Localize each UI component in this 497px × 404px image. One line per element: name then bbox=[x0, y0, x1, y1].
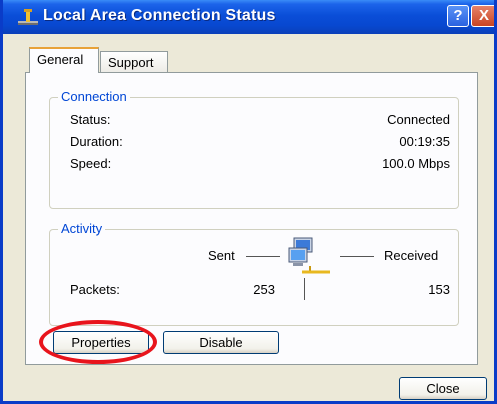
status-dialog: Local Area Connection Status ? X General… bbox=[0, 0, 497, 404]
tab-general[interactable]: General bbox=[29, 47, 99, 73]
received-label: Received bbox=[384, 248, 439, 263]
activity-divider bbox=[304, 278, 305, 300]
help-button[interactable]: ? bbox=[447, 5, 469, 27]
packets-label: Packets: bbox=[70, 282, 120, 297]
disable-button[interactable]: Disable bbox=[163, 331, 279, 354]
tab-support-label: Support bbox=[108, 55, 154, 70]
packets-sent-value: 253 bbox=[253, 282, 275, 297]
activity-legend: Activity bbox=[58, 221, 106, 236]
tab-support[interactable]: Support bbox=[100, 51, 168, 73]
connection-group: Connection Status: Connected Duration: 0… bbox=[49, 89, 459, 209]
duration-label: Duration: bbox=[70, 134, 123, 149]
close-window-button[interactable]: X bbox=[471, 5, 494, 27]
duration-value: 00:19:35 bbox=[399, 134, 450, 149]
status-label: Status: bbox=[70, 112, 111, 127]
connection-legend: Connection bbox=[58, 89, 130, 104]
title-bar[interactable]: Local Area Connection Status ? X bbox=[3, 0, 494, 34]
activity-group: Activity Sent Received Packets: 253 153 bbox=[49, 221, 459, 326]
speed-label: Speed: bbox=[70, 156, 112, 171]
packets-received-value: 153 bbox=[428, 282, 450, 297]
network-computers-icon bbox=[288, 237, 330, 274]
sent-connector-line bbox=[246, 256, 280, 257]
properties-highlight-circle bbox=[39, 320, 157, 364]
status-value: Connected bbox=[387, 112, 450, 127]
sent-label: Sent bbox=[208, 248, 235, 263]
speed-value: 100.0 Mbps bbox=[382, 156, 450, 171]
tab-general-label: General bbox=[37, 52, 84, 67]
network-connection-icon bbox=[18, 9, 38, 25]
window-title: Local Area Connection Status bbox=[43, 7, 276, 24]
close-button[interactable]: Close bbox=[399, 377, 487, 400]
received-connector-line bbox=[340, 256, 374, 257]
